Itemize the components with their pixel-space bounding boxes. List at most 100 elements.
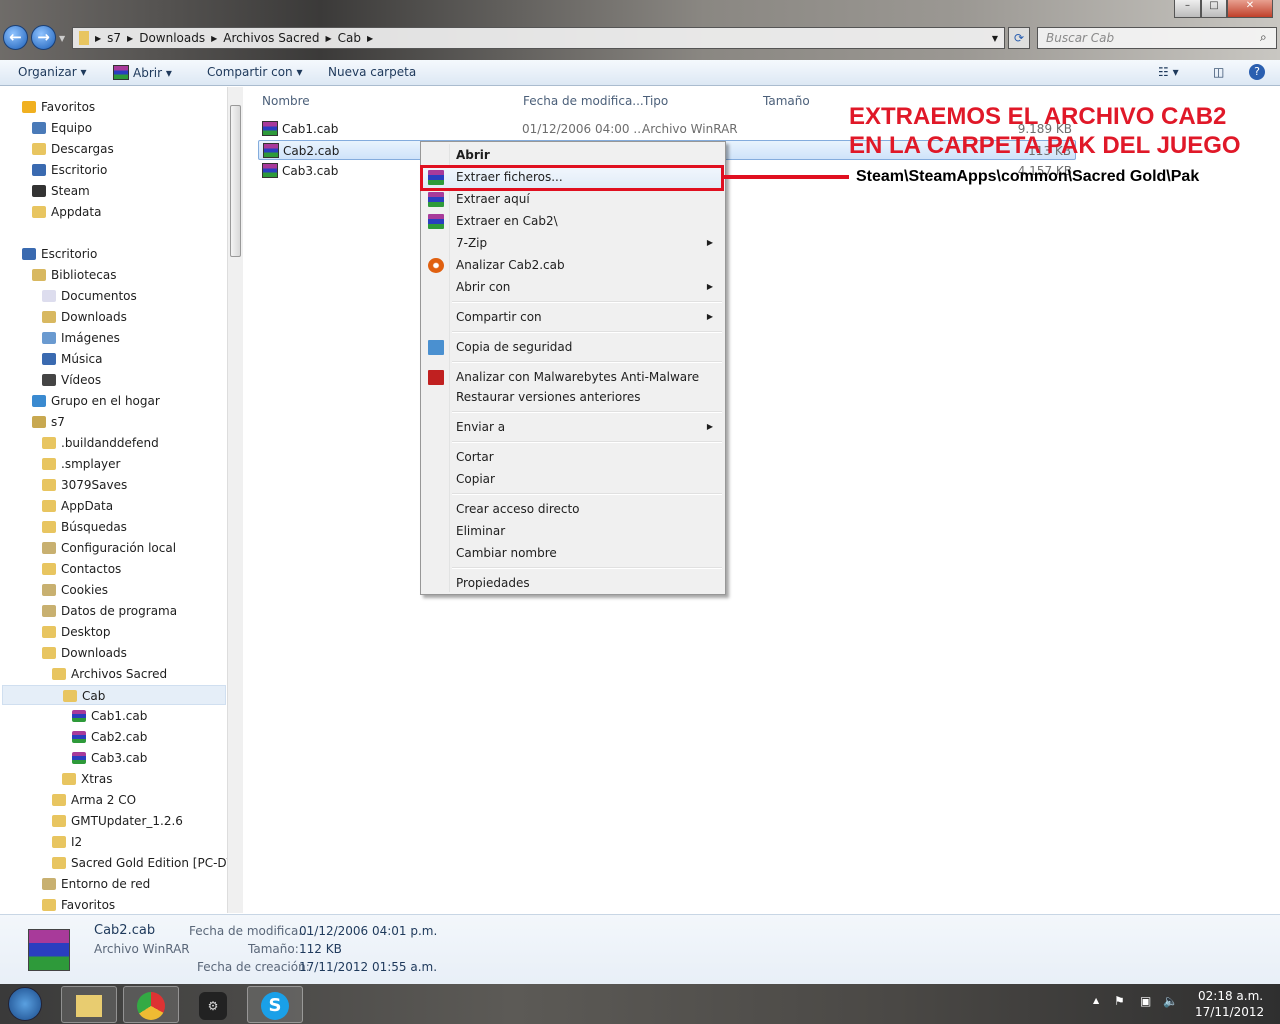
forward-button[interactable]: → — [31, 25, 56, 50]
share-button[interactable]: Compartir con ▾ — [207, 65, 303, 79]
action-center-icon[interactable]: ⚑ — [1114, 994, 1125, 1008]
close-button[interactable]: ✕ — [1227, 0, 1273, 18]
taskbar-explorer[interactable] — [61, 986, 117, 1023]
column-name[interactable]: Nombre — [262, 94, 310, 108]
sidebar-item[interactable]: Escritorio — [32, 160, 107, 180]
breadcrumb-downloads[interactable]: Downloads — [139, 31, 205, 45]
start-button[interactable] — [8, 987, 42, 1021]
search-input[interactable]: Buscar Cab — [1037, 27, 1277, 49]
scrollbar-thumb[interactable] — [230, 105, 241, 257]
sidebar-item[interactable]: Sacred Gold Edition [PC-DVD — [52, 853, 242, 873]
context-menu-item[interactable]: Compartir con ▶ — [423, 306, 723, 328]
sidebar-item[interactable]: Xtras — [62, 769, 112, 789]
organize-button[interactable]: Organizar ▾ — [18, 65, 87, 79]
preview-pane-icon[interactable]: ◫ — [1213, 65, 1224, 79]
breadcrumb-cab[interactable]: Cab — [338, 31, 361, 45]
sidebar-item[interactable]: Downloads — [42, 307, 127, 327]
column-date[interactable]: Fecha de modifica... — [523, 94, 644, 108]
sidebar-item[interactable]: I2 — [52, 832, 82, 852]
sidebar-item[interactable]: Música — [42, 349, 103, 369]
sidebar-item[interactable]: s7 — [32, 412, 65, 432]
context-menu-item[interactable]: Crear acceso directo — [423, 498, 723, 520]
sidebar-item[interactable]: Cab2.cab — [72, 727, 147, 747]
minimize-button[interactable]: – — [1174, 0, 1201, 18]
context-menu-item[interactable]: Abrir — [423, 144, 723, 166]
address-dropdown[interactable]: ▼ — [992, 34, 998, 43]
sidebar-item[interactable]: .buildanddefend — [42, 433, 159, 453]
open-button[interactable]: Abrir ▾ — [113, 65, 172, 80]
sidebar-item[interactable]: AppData — [42, 496, 113, 516]
breadcrumb-s7[interactable]: s7 — [107, 31, 121, 45]
search-icon[interactable]: ⌕ — [1260, 30, 1267, 45]
context-menu-label: Cortar — [456, 450, 494, 464]
refresh-button[interactable]: ⟳ — [1008, 27, 1030, 49]
context-menu-item[interactable]: 7-Zip ▶ — [423, 232, 723, 254]
sidebar-item[interactable]: .smplayer — [42, 454, 120, 474]
context-menu-item[interactable]: Cambiar nombre — [423, 542, 723, 564]
context-menu-item[interactable]: Copia de seguridad — [423, 336, 723, 358]
sidebar-item[interactable]: Arma 2 CO — [52, 790, 136, 810]
context-menu-item[interactable]: Propiedades — [423, 572, 723, 594]
recent-pages-dropdown[interactable]: ▼ — [59, 34, 65, 43]
context-menu-item[interactable]: Abrir con ▶ — [423, 276, 723, 298]
address-bar[interactable]: ▶ s7 ▶ Downloads ▶ Archivos Sacred ▶ Cab ▶ ▼ — [72, 27, 1005, 49]
sidebar-item-label: Grupo en el hogar — [51, 394, 160, 408]
sidebar-item[interactable]: Cab3.cab — [72, 748, 147, 768]
sidebar-item[interactable]: Downloads — [42, 643, 127, 663]
sidebar-item[interactable]: Appdata — [32, 202, 101, 222]
context-menu-item[interactable]: Copiar — [423, 468, 723, 490]
context-menu-item[interactable]: Enviar a ▶ — [423, 416, 723, 438]
clock-date[interactable]: 17/11/2012 — [1195, 1005, 1264, 1019]
sidebar-item[interactable]: Datos de programa — [42, 601, 177, 621]
taskbar: ⚙ S ▲ ⚑ ▣ 🔈 02:18 a.m. 17/11/2012 — [0, 984, 1280, 1024]
sidebar-item[interactable]: Cab1.cab — [72, 706, 147, 726]
sidebar-scrollbar[interactable] — [227, 87, 243, 913]
sidebar-item[interactable]: Configuración local — [42, 538, 176, 558]
context-menu-item[interactable]: Extraer aquí — [423, 188, 723, 210]
sidebar-item[interactable]: Escritorio — [22, 244, 97, 264]
context-menu-item[interactable]: Analizar con Malwarebytes Anti-Malware — [423, 366, 723, 388]
sidebar-item[interactable]: Favoritos — [22, 97, 95, 117]
sidebar-item[interactable]: Vídeos — [42, 370, 101, 390]
view-options-icon[interactable]: ☷ ▾ — [1158, 65, 1179, 79]
sidebar-item[interactable]: Documentos — [42, 286, 137, 306]
sidebar-item[interactable]: 3079Saves — [42, 475, 127, 495]
show-hidden-icons[interactable]: ▲ — [1093, 996, 1099, 1005]
sidebar-item[interactable]: Equipo — [32, 118, 92, 138]
sidebar-item-label: Cab — [82, 689, 106, 703]
context-menu-item[interactable]: Eliminar — [423, 520, 723, 542]
new-folder-button[interactable]: Nueva carpeta — [328, 65, 416, 79]
sidebar-item[interactable]: Desktop — [42, 622, 111, 642]
sidebar-item[interactable]: Bibliotecas — [32, 265, 116, 285]
clock-time[interactable]: 02:18 a.m. — [1198, 989, 1263, 1003]
sidebar-item[interactable]: Archivos Sacred — [52, 664, 167, 684]
taskbar-steam[interactable]: ⚙ — [185, 986, 241, 1023]
sidebar-item[interactable]: Cab — [2, 685, 226, 705]
sidebar-item[interactable]: GMTUpdater_1.2.6 — [52, 811, 183, 831]
context-menu-item[interactable]: Restaurar versiones anteriores — [423, 386, 723, 408]
sidebar-item[interactable]: Imágenes — [42, 328, 120, 348]
column-size[interactable]: Tamaño — [763, 94, 810, 108]
context-menu-item[interactable]: Cortar — [423, 446, 723, 468]
folder-icon — [52, 836, 66, 848]
sidebar-item[interactable]: Contactos — [42, 559, 121, 579]
taskbar-skype[interactable]: S — [247, 986, 303, 1023]
back-button[interactable]: ← — [3, 25, 28, 50]
sidebar-item[interactable]: Favoritos — [42, 895, 115, 913]
column-type[interactable]: Tipo — [643, 94, 668, 108]
breadcrumb-archivos-sacred[interactable]: Archivos Sacred — [223, 31, 319, 45]
sidebar-item[interactable]: Grupo en el hogar — [32, 391, 160, 411]
sidebar-item[interactable]: Steam — [32, 181, 90, 201]
sidebar-item[interactable]: Descargas — [32, 139, 114, 159]
taskbar-chrome[interactable] — [123, 986, 179, 1023]
submenu-arrow-icon: ▶ — [706, 282, 713, 291]
context-menu-item[interactable]: Analizar Cab2.cab — [423, 254, 723, 276]
volume-icon[interactable]: 🔈 — [1163, 994, 1178, 1008]
context-menu-item[interactable]: Extraer en Cab2\ — [423, 210, 723, 232]
help-icon[interactable]: ? — [1249, 64, 1265, 80]
maximize-button[interactable]: □ — [1201, 0, 1227, 18]
sidebar-item[interactable]: Cookies — [42, 580, 108, 600]
sidebar-item[interactable]: Entorno de red — [42, 874, 150, 894]
sidebar-item[interactable]: Búsquedas — [42, 517, 127, 537]
network-icon[interactable]: ▣ — [1140, 994, 1151, 1008]
